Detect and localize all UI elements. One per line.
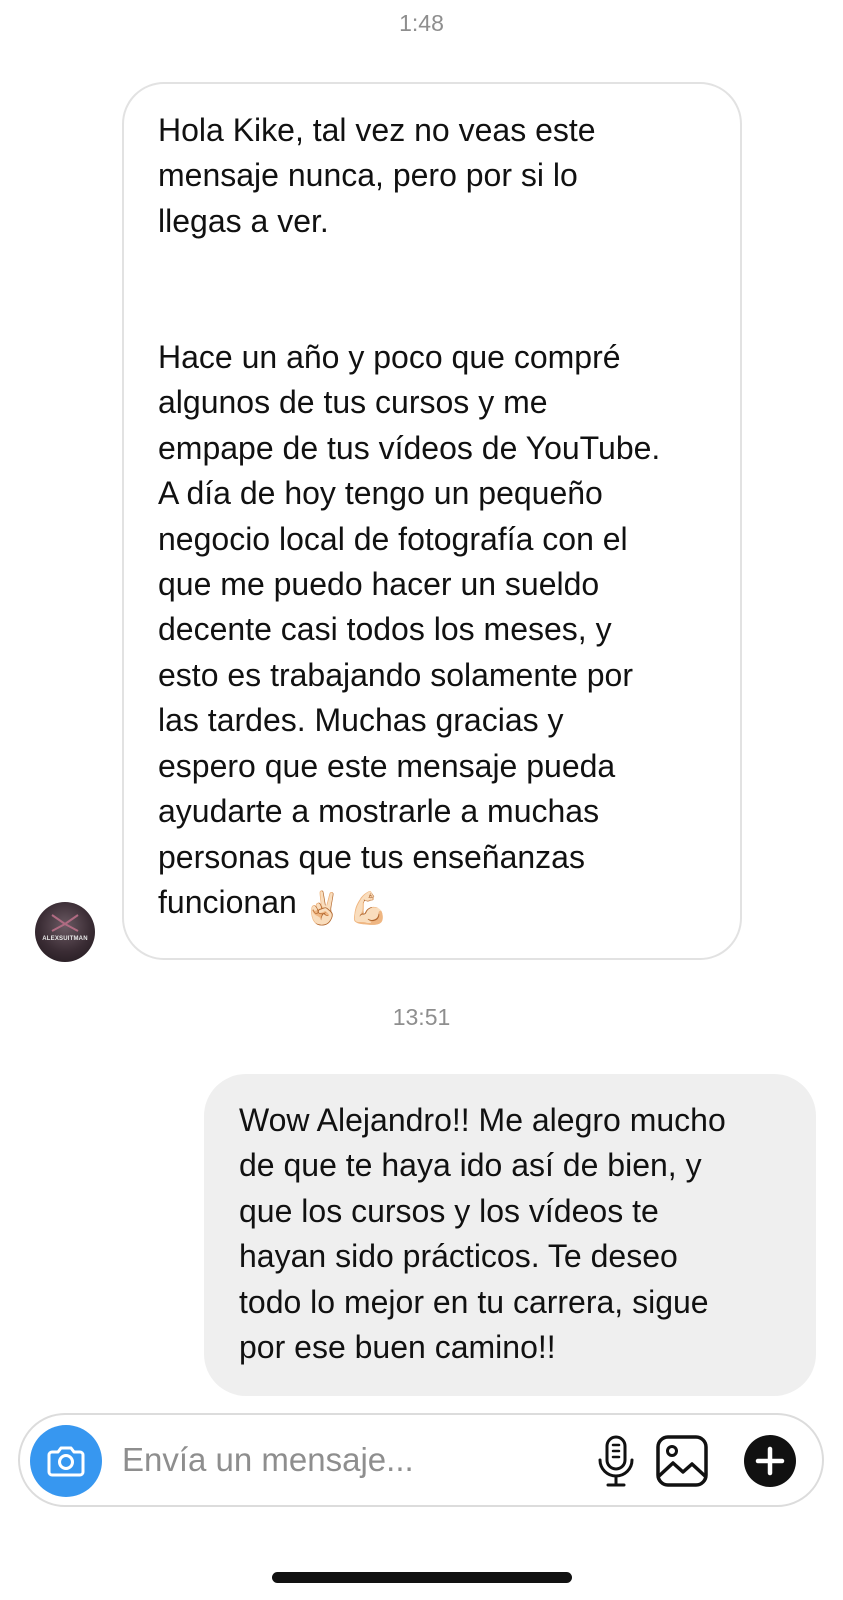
home-indicator[interactable] bbox=[272, 1572, 572, 1583]
gallery-button[interactable] bbox=[650, 1429, 714, 1493]
plus-circle-icon bbox=[744, 1435, 796, 1487]
timestamp-2: 13:51 bbox=[392, 1004, 451, 1030]
avatar-graphic-icon bbox=[51, 914, 79, 932]
incoming-message-bubble[interactable]: Hola Kike, tal vez no veas este mensaje … bbox=[122, 82, 742, 960]
victory-hand-emoji: ✌🏻 bbox=[302, 889, 343, 926]
image-gallery-icon bbox=[656, 1435, 708, 1487]
incoming-message-body: Hola Kike, tal vez no veas este mensaje … bbox=[158, 112, 661, 920]
camera-icon bbox=[47, 1446, 85, 1477]
timestamp-1: 1:48 bbox=[399, 10, 444, 36]
avatar-label: ALEXSUITMAN bbox=[42, 936, 88, 942]
sender-avatar[interactable]: ALEXSUITMAN bbox=[35, 902, 95, 962]
outgoing-message-text: Wow Alejandro!! Me alegro mucho de que t… bbox=[239, 1102, 726, 1366]
camera-button[interactable] bbox=[30, 1425, 102, 1497]
outgoing-message-bubble[interactable]: Wow Alejandro!! Me alegro mucho de que t… bbox=[204, 1074, 816, 1396]
microphone-icon bbox=[598, 1435, 634, 1487]
more-options-button[interactable] bbox=[738, 1429, 802, 1493]
flexed-biceps-emoji: 💪🏻 bbox=[348, 889, 389, 926]
voice-message-button[interactable] bbox=[584, 1429, 648, 1493]
incoming-message-text: Hola Kike, tal vez no veas este mensaje … bbox=[158, 108, 710, 931]
message-input[interactable] bbox=[122, 1433, 562, 1487]
message-composer bbox=[18, 1413, 824, 1507]
